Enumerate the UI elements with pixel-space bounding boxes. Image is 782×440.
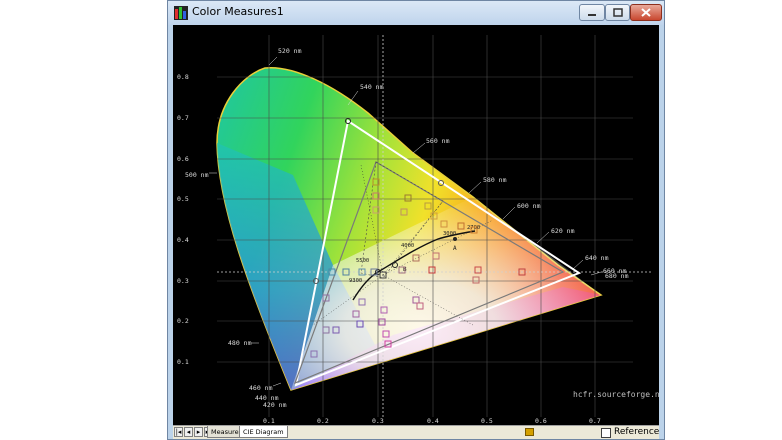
close-icon <box>641 8 651 17</box>
temperature-label: 5500 <box>356 258 369 264</box>
wavelength-label: 540 nm <box>360 83 384 91</box>
wavelength-label: 580 nm <box>483 176 507 184</box>
status-icon[interactable] <box>525 428 534 436</box>
wavelength-label: 460 nm <box>249 384 273 392</box>
wavelength-label: 520 nm <box>278 47 302 55</box>
x-tick-label: 0.2 <box>317 417 329 425</box>
x-tick-label: 0.4 <box>427 417 439 425</box>
reference-label: Reference <box>614 427 660 437</box>
wavelength-label: 680 nm <box>605 272 629 280</box>
wavelength-label: 500 nm <box>185 171 209 179</box>
close-button[interactable] <box>630 4 662 21</box>
temperature-label: 9300 <box>349 278 362 284</box>
y-tick-label: 0.3 <box>177 277 189 285</box>
temperature-label: 4000 <box>401 243 414 249</box>
window-title: Color Measures1 <box>192 5 284 18</box>
wavelength-label: 640 nm <box>585 254 609 262</box>
y-axis-labels: 0.8 0.7 0.6 0.5 0.4 0.3 0.2 0.1 <box>177 73 189 366</box>
y-tick-label: 0.2 <box>177 317 189 325</box>
color-measures-window: Color Measures1 0.8 0.7 0.6 0.5 0.4 0.3 … <box>167 0 670 440</box>
sheet-tab-bar: |◂ ◂ ▸ ▸| Measures CIE Diagram Reference <box>173 425 659 439</box>
y-tick-label: 0.6 <box>177 155 189 163</box>
x-tick-label: 0.1 <box>263 417 275 425</box>
cie-diagram-view[interactable]: 0.8 0.7 0.6 0.5 0.4 0.3 0.2 0.1 0.1 0.2 … <box>173 25 670 425</box>
first-tab-button[interactable]: |◂ <box>174 427 183 437</box>
y-tick-label: 0.1 <box>177 358 189 366</box>
watermark: hcfr.sourceforge.net <box>573 390 659 399</box>
wavelength-label: 480 nm <box>228 339 252 347</box>
maximize-button[interactable] <box>605 4 630 21</box>
next-tab-button[interactable]: ▸ <box>194 427 203 437</box>
point-label: A <box>453 245 457 252</box>
maximize-icon <box>612 8 623 17</box>
wavelength-label: 620 nm <box>551 227 575 235</box>
tab-cie-diagram[interactable]: CIE Diagram <box>239 426 288 438</box>
cie-diagram[interactable]: 0.8 0.7 0.6 0.5 0.4 0.3 0.2 0.1 0.1 0.2 … <box>173 25 670 425</box>
spectral-locus <box>216 66 603 391</box>
wavelength-label: 600 nm <box>517 202 541 210</box>
wavelength-label: 560 nm <box>426 137 450 145</box>
app-icon <box>174 6 188 20</box>
x-tick-label: 0.3 <box>372 417 384 425</box>
y-tick-label: 0.8 <box>177 73 189 81</box>
x-tick-label: 0.5 <box>481 417 493 425</box>
temperature-label: 2700 <box>467 225 480 231</box>
y-tick-label: 0.5 <box>177 195 189 203</box>
title-bar[interactable]: Color Measures1 <box>168 1 664 25</box>
x-tick-label: 0.6 <box>535 417 547 425</box>
x-axis-labels: 0.1 0.2 0.3 0.4 0.5 0.6 0.7 <box>263 417 601 425</box>
minimize-icon <box>588 13 596 16</box>
y-tick-label: 0.4 <box>177 236 189 244</box>
minimize-button[interactable] <box>579 4 605 21</box>
reference-checkbox[interactable] <box>601 428 611 438</box>
temperature-label: 3000 <box>443 231 456 237</box>
prev-tab-button[interactable]: ◂ <box>184 427 193 437</box>
x-tick-label: 0.7 <box>589 417 601 425</box>
y-tick-label: 0.7 <box>177 114 189 122</box>
wavelength-label: 420 nm <box>263 401 287 409</box>
